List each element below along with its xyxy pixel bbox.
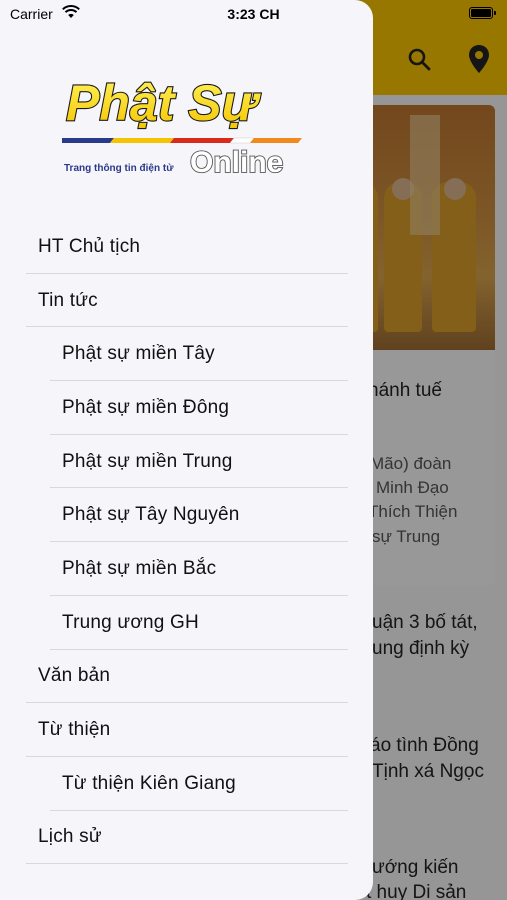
menu-item-label: Phật sự miền Tây (62, 343, 215, 365)
menu-item-label: Phật sự miền Đông (62, 396, 230, 418)
clock: 3:23 CH (227, 6, 280, 22)
navigation-drawer: Phật Sự Trang thông tin điện tử Online H… (0, 0, 373, 900)
menu-item-label: Tin tức (38, 289, 98, 311)
status-bar: Carrier 3:23 CH (0, 0, 507, 30)
menu-item-label: Trung ương GH (62, 611, 199, 633)
menu-item-label: HT Chủ tịch (38, 235, 141, 257)
menu-item-phat-su-tay-nguyen[interactable]: Phật sự Tây Nguyên (0, 488, 373, 542)
phat-su-online-logo[interactable]: Phật Sự Trang thông tin điện tử Online (58, 70, 312, 180)
menu-item-tin-tuc[interactable]: Tin tức (0, 274, 373, 328)
svg-text:Online: Online (190, 146, 283, 179)
menu-item-phat-su-mien-dong[interactable]: Phật sự miền Đông (0, 381, 373, 435)
menu-item-ht-chu-tich[interactable]: HT Chủ tịch (0, 220, 373, 274)
svg-text:Trang thông tin điện tử: Trang thông tin điện tử (64, 163, 174, 174)
menu-item-van-ban[interactable]: Văn bản (0, 650, 373, 704)
menu-item-tu-thien-kien-giang[interactable]: Từ thiện Kiên Giang (0, 757, 373, 811)
drawer-menu: HT Chủ tịch Tin tức Phật sự miền Tây Phậ… (0, 220, 373, 864)
menu-item-label: Phật sự miền Trung (62, 450, 233, 472)
menu-item-tu-thien[interactable]: Từ thiện (0, 703, 373, 757)
menu-item-lich-su[interactable]: Lịch sử (0, 811, 373, 865)
battery-icon (469, 7, 496, 19)
menu-item-phat-su-mien-tay[interactable]: Phật sự miền Tây (0, 327, 373, 381)
menu-item-label: Phật sự Tây Nguyên (62, 504, 240, 526)
menu-item-label: Từ thiện Kiên Giang (62, 772, 236, 794)
menu-item-label: Từ thiện (38, 719, 111, 741)
menu-item-label: Văn bản (38, 665, 111, 687)
menu-item-phat-su-mien-trung[interactable]: Phật sự miền Trung (0, 435, 373, 489)
menu-item-label: Lịch sử (38, 826, 102, 848)
svg-text:Phật Sự: Phật Sự (66, 75, 262, 131)
menu-item-trung-uong-gh[interactable]: Trung ương GH (0, 596, 373, 650)
menu-item-phat-su-mien-bac[interactable]: Phật sự miền Bắc (0, 542, 373, 596)
menu-item-label: Phật sự miền Bắc (62, 557, 217, 579)
